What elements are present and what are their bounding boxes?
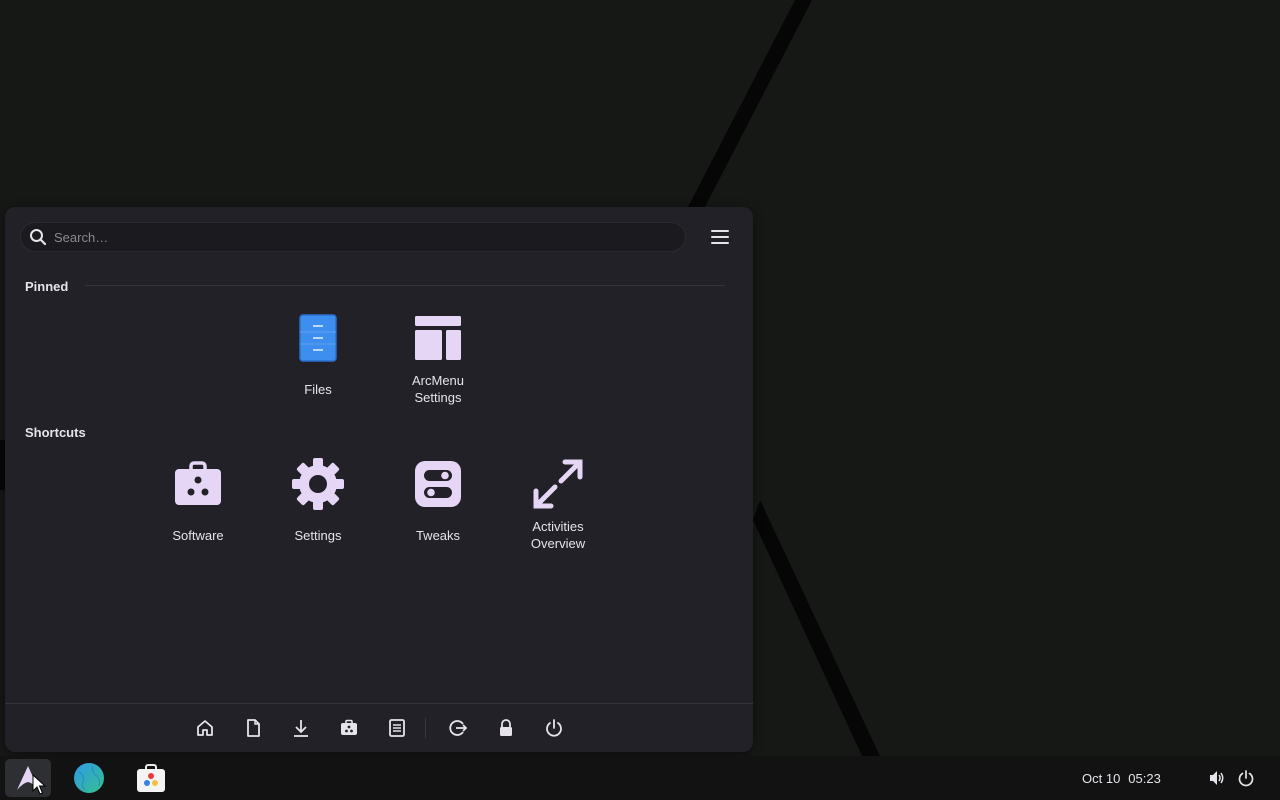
expand-arrows-icon: [530, 456, 586, 512]
footer-divider: [425, 718, 426, 738]
hamburger-icon: [711, 230, 729, 244]
volume-button[interactable]: [1207, 768, 1227, 788]
power-icon: [1238, 770, 1254, 787]
file-cabinet-icon: [389, 719, 405, 737]
footer-separator: [5, 703, 753, 704]
software-button[interactable]: [334, 713, 364, 743]
app-label: ArcMenu Settings: [411, 373, 465, 405]
volume-icon: [1210, 771, 1224, 785]
files-icon: [290, 310, 346, 366]
app-label: Files: [304, 382, 332, 397]
gear-icon: [290, 456, 346, 512]
download-icon: [294, 720, 308, 737]
search-icon: [29, 228, 47, 246]
home-icon: [197, 720, 213, 736]
pinned-app-files[interactable]: Files: [268, 310, 368, 398]
home-folder-button[interactable]: [190, 713, 220, 743]
pinned-app-arcmenu-settings[interactable]: ArcMenu Settings: [388, 310, 488, 406]
shortcut-tweaks[interactable]: Tweaks: [388, 456, 488, 544]
documents-button[interactable]: [238, 713, 268, 743]
log-out-icon: [449, 720, 468, 736]
clock-date: Oct 10: [1082, 770, 1121, 786]
shortcut-activities-overview[interactable]: Activities Overview: [508, 456, 608, 552]
mouse-cursor-icon: [32, 774, 46, 795]
app-label: Software: [172, 528, 224, 543]
arcmenu-panel: Pinned Files ArcMenu Settings Shortcuts …: [5, 207, 753, 752]
lock-icon: [500, 719, 512, 736]
search-box[interactable]: [20, 222, 686, 252]
log-out-button[interactable]: [443, 713, 473, 743]
clock-button[interactable]: Oct 10 05:23: [1082, 756, 1161, 800]
shortcut-settings[interactable]: Settings: [268, 456, 368, 544]
power-icon: [546, 719, 562, 737]
downloads-button[interactable]: [286, 713, 316, 743]
app-label: Tweaks: [415, 528, 461, 543]
document-icon: [247, 719, 260, 737]
shortcuts-heading: Shortcuts: [25, 425, 86, 440]
pinned-separator: [85, 285, 725, 286]
taskbar-browser[interactable]: [66, 759, 112, 797]
software-bag-icon: [170, 456, 226, 512]
shortcut-software[interactable]: Software: [148, 456, 248, 544]
lock-button[interactable]: [491, 713, 521, 743]
menu-footer-bar: [190, 713, 587, 743]
layout-icon: [410, 310, 466, 366]
search-input[interactable]: [54, 229, 685, 245]
menu-options-button[interactable]: [705, 223, 735, 251]
taskbar: Oct 10 05:23: [0, 756, 1280, 800]
software-icon: [341, 719, 357, 735]
browser-icon: [74, 763, 104, 793]
file-cabinet-button[interactable]: [382, 713, 412, 743]
clock-time: 05:23: [1128, 770, 1161, 786]
taskbar-software-store[interactable]: [128, 759, 174, 797]
power-off-button[interactable]: [539, 713, 569, 743]
system-power-button[interactable]: [1236, 768, 1256, 788]
pinned-heading: Pinned: [25, 279, 69, 294]
software-store-icon: [137, 764, 165, 792]
app-label: Activities Overview: [530, 519, 586, 551]
toggles-icon: [410, 456, 466, 512]
app-label: Settings: [294, 528, 342, 543]
